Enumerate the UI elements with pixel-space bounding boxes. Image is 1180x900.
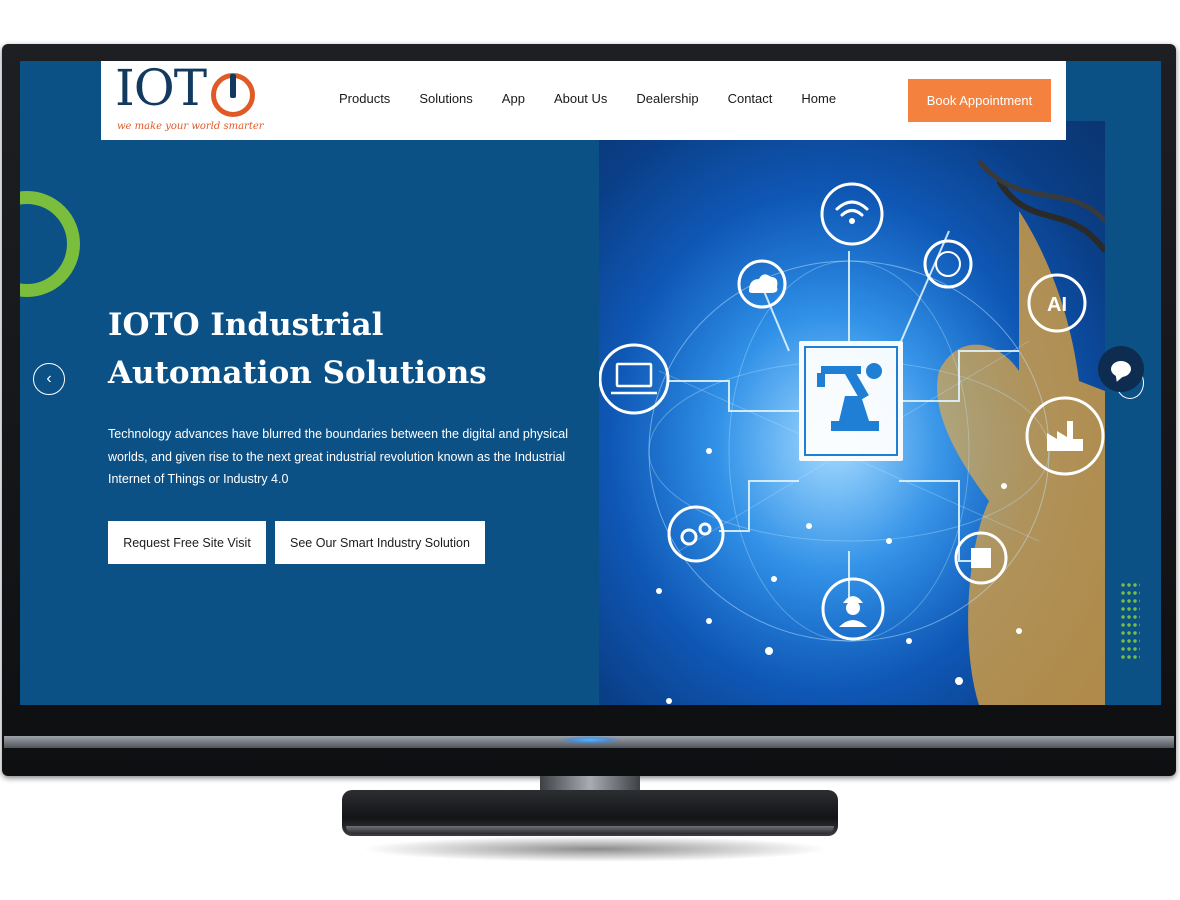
nav-about-us[interactable]: About Us [554,91,607,106]
logo-wordmark: IOT [115,61,207,117]
wifi-node [820,182,884,246]
chip-icon [971,548,991,568]
website-screen: AI IOT we make your world smarter Produc… [20,61,1161,705]
chevron-left-icon: ‹ [46,370,52,387]
site-logo[interactable]: IOT we make your world smarter [115,61,265,137]
network-graphic: AI [599,159,1105,705]
decorative-dot-grid [1120,581,1140,663]
hero-title: IOTO Industrial Automation Solutions [108,307,487,391]
power-light [560,736,620,744]
wifi-icon [835,200,869,217]
main-nav: Products Solutions App About Us Dealersh… [339,91,865,106]
smart-industry-solution-button[interactable]: See Our Smart Industry Solution [275,521,485,564]
stand-shadow [360,836,830,862]
slider-prev-button[interactable]: ‹ [33,363,65,395]
ai-label: AI [1047,294,1067,316]
chat-bubble-icon [1111,361,1131,377]
nav-solutions[interactable]: Solutions [419,91,472,106]
book-appointment-button[interactable]: Book Appointment [908,79,1051,122]
logo-o-plug [211,73,255,117]
chat-widget-button[interactable] [1098,346,1144,392]
decorative-ring [20,191,80,297]
laptop-node [599,343,670,415]
nav-dealership[interactable]: Dealership [636,91,698,106]
laptop-icon [611,362,657,395]
hero-description: Technology advances have blurred the bou… [108,427,569,486]
request-site-visit-button[interactable]: Request Free Site Visit [108,521,266,564]
nav-products[interactable]: Products [339,91,390,106]
logo-tagline: we make your world smarter [117,121,264,132]
hero-illustration: AI [599,121,1105,705]
site-header: IOT we make your world smarter Products … [101,61,1066,140]
nav-contact[interactable]: Contact [728,91,773,106]
monitor-stand-edge [346,826,834,834]
nav-home[interactable]: Home [801,91,836,106]
globe-icon [935,251,961,277]
nav-app[interactable]: App [502,91,525,106]
